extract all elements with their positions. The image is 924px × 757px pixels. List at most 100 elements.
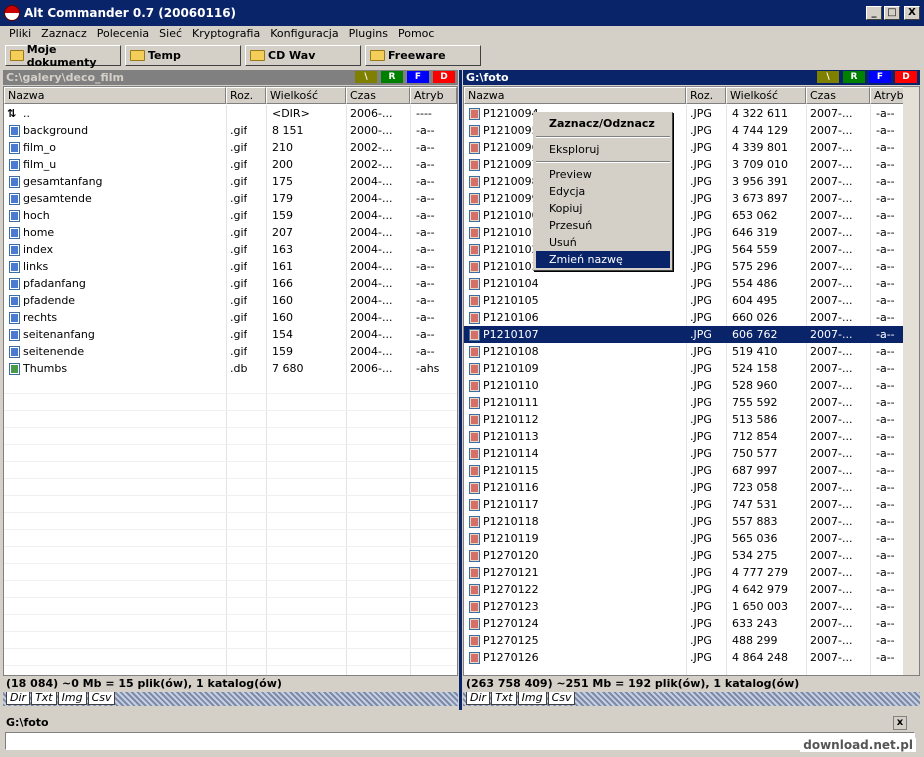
file-row[interactable]: P1210108 .JPG 519 410 2007-... -a-- — [464, 343, 907, 360]
menu-pliki[interactable]: Pliki — [4, 27, 36, 40]
drive-tab-root[interactable]: \ — [355, 71, 377, 83]
context-edit[interactable]: Edycja — [534, 183, 672, 200]
drive-tab-d[interactable]: D — [895, 71, 917, 83]
column-header-size[interactable]: Wielkość — [266, 87, 346, 104]
file-row[interactable]: ⇅.. <DIR> 2006-... ---- — [4, 105, 457, 122]
file-row[interactable]: rechts .gif 160 2004-... -a-- — [4, 309, 457, 326]
file-row[interactable]: P1210112 .JPG 513 586 2007-... -a-- — [464, 411, 907, 428]
file-row[interactable]: P1210110 .JPG 528 960 2007-... -a-- — [464, 377, 907, 394]
menu-pomoc[interactable]: Pomoc — [393, 27, 439, 40]
view-tab-csv[interactable]: Csv — [87, 692, 116, 705]
column-header-time[interactable]: Czas — [346, 87, 410, 104]
file-row[interactable]: P1210103 .JPG 575 296 2007-... -a-- — [464, 258, 907, 275]
file-row[interactable]: seitenende .gif 159 2004-... -a-- — [4, 343, 457, 360]
minimize-button[interactable]: _ — [866, 6, 882, 20]
context-preview[interactable]: Preview — [534, 166, 672, 183]
view-tab-txt[interactable]: Txt — [31, 692, 57, 705]
drive-tab-f[interactable]: F — [407, 71, 429, 83]
drive-tab-root[interactable]: \ — [817, 71, 839, 83]
file-row[interactable]: P1210117 .JPG 747 531 2007-... -a-- — [464, 496, 907, 513]
context-explore[interactable]: Eksploruj — [534, 141, 672, 158]
file-row[interactable]: P1210099 .JPG 3 673 897 2007-... -a-- — [464, 190, 907, 207]
right-file-list[interactable]: Nazwa Roz. Wielkość Czas Atryb P1210094.… — [463, 86, 920, 676]
file-row[interactable]: P1270126 .JPG 4 864 248 2007-... -a-- — [464, 649, 907, 666]
favorite-moje-dokumenty[interactable]: Moje dokumenty — [5, 43, 121, 69]
file-row[interactable]: P1210104 .JPG 554 486 2007-... -a-- — [464, 275, 907, 292]
file-row[interactable]: links .gif 161 2004-... -a-- — [4, 258, 457, 275]
menu-siec[interactable]: Sieć — [154, 27, 187, 40]
column-header-time[interactable]: Czas — [806, 87, 870, 104]
drive-tab-r[interactable]: R — [381, 71, 403, 83]
file-row[interactable]: P1210101 .JPG 646 319 2007-... -a-- — [464, 224, 907, 241]
file-row[interactable]: background .gif 8 151 2000-... -a-- — [4, 122, 457, 139]
column-header-size[interactable]: Wielkość — [726, 87, 806, 104]
view-tab-dir[interactable]: Dir — [466, 692, 491, 705]
file-row[interactable]: Thumbs .db 7 680 2006-... -ahs — [4, 360, 457, 377]
close-button[interactable]: X — [904, 6, 920, 20]
file-row[interactable]: P1270125 .JPG 488 299 2007-... -a-- — [464, 632, 907, 649]
file-row[interactable]: P1210115 .JPG 687 997 2007-... -a-- — [464, 462, 907, 479]
file-row[interactable]: P1270121 .JPG 4 777 279 2007-... -a-- — [464, 564, 907, 581]
file-row[interactable]: P1210119 .JPG 565 036 2007-... -a-- — [464, 530, 907, 547]
drive-tab-f[interactable]: F — [869, 71, 891, 83]
file-row[interactable]: P1210113 .JPG 712 854 2007-... -a-- — [464, 428, 907, 445]
left-file-list[interactable]: Nazwa Roz. Wielkość Czas Atryb ⇅.. <DIR> 2… — [3, 86, 458, 676]
file-row[interactable]: pfadanfang .gif 166 2004-... -a-- — [4, 275, 457, 292]
file-row[interactable]: P1210111 .JPG 755 592 2007-... -a-- — [464, 394, 907, 411]
drive-tab-d[interactable]: D — [433, 71, 455, 83]
view-tab-img[interactable]: Img — [57, 692, 87, 705]
command-close-button[interactable]: x — [893, 716, 907, 730]
column-header-ext[interactable]: Roz. — [226, 87, 266, 104]
file-row[interactable]: P1210097 .JPG 3 709 010 2007-... -a-- — [464, 156, 907, 173]
drive-tab-r[interactable]: R — [843, 71, 865, 83]
file-row[interactable]: P1210094 .JPG 4 322 611 2007-... -a-- — [464, 105, 907, 122]
view-tab-dir[interactable]: Dir — [6, 692, 31, 705]
title-bar[interactable]: Alt Commander 0.7 (20060116) _ □ X — [0, 0, 924, 26]
column-header-name[interactable]: Nazwa — [4, 87, 226, 104]
file-row[interactable]: P1210105 .JPG 604 495 2007-... -a-- — [464, 292, 907, 309]
menu-kryptografia[interactable]: Kryptografia — [187, 27, 265, 40]
context-move[interactable]: Przesuń — [534, 217, 672, 234]
file-row[interactable]: P1210098 .JPG 3 956 391 2007-... -a-- — [464, 173, 907, 190]
file-row[interactable]: gesamtanfang .gif 175 2004-... -a-- — [4, 173, 457, 190]
file-row[interactable]: home .gif 207 2004-... -a-- — [4, 224, 457, 241]
file-row[interactable]: film_u .gif 200 2002-... -a-- — [4, 156, 457, 173]
context-copy[interactable]: Kopiuj — [534, 200, 672, 217]
file-row[interactable]: gesamtende .gif 179 2004-... -a-- — [4, 190, 457, 207]
file-row[interactable]: P1210100 .JPG 653 062 2007-... -a-- — [464, 207, 907, 224]
context-rename[interactable]: Zmień nazwę — [536, 251, 670, 268]
column-header-attr[interactable]: Atryb — [410, 87, 457, 104]
maximize-button[interactable]: □ — [884, 6, 900, 20]
right-scrollbar[interactable] — [903, 87, 919, 675]
favorite-cd-wav[interactable]: CD Wav — [245, 45, 361, 66]
file-row[interactable]: P1210107 .JPG 606 762 2007-... -a-- — [464, 326, 907, 343]
command-input[interactable] — [5, 732, 915, 750]
view-tab-txt[interactable]: Txt — [491, 692, 517, 705]
favorite-temp[interactable]: Temp — [125, 45, 241, 66]
file-row[interactable]: film_o .gif 210 2002-... -a-- — [4, 139, 457, 156]
file-row[interactable]: P1210109 .JPG 524 158 2007-... -a-- — [464, 360, 907, 377]
column-header-name[interactable]: Nazwa — [464, 87, 686, 104]
menu-polecenia[interactable]: Polecenia — [92, 27, 154, 40]
menu-plugins[interactable]: Plugins — [344, 27, 393, 40]
column-header-ext[interactable]: Roz. — [686, 87, 726, 104]
view-tab-csv[interactable]: Csv — [547, 692, 576, 705]
context-delete[interactable]: Usuń — [534, 234, 672, 251]
file-row[interactable]: P1210116 .JPG 723 058 2007-... -a-- — [464, 479, 907, 496]
file-row[interactable]: P1270124 .JPG 633 243 2007-... -a-- — [464, 615, 907, 632]
file-row[interactable]: P1270122 .JPG 4 642 979 2007-... -a-- — [464, 581, 907, 598]
file-row[interactable]: P1210096 .JPG 4 339 801 2007-... -a-- — [464, 139, 907, 156]
favorite-freeware[interactable]: Freeware — [365, 45, 481, 66]
file-row[interactable]: P1210095 .JPG 4 744 129 2007-... -a-- — [464, 122, 907, 139]
view-tab-img[interactable]: Img — [517, 692, 547, 705]
file-row[interactable]: seitenanfang .gif 154 2004-... -a-- — [4, 326, 457, 343]
file-row[interactable]: P1210106 .JPG 660 026 2007-... -a-- — [464, 309, 907, 326]
file-row[interactable]: P1210118 .JPG 557 883 2007-... -a-- — [464, 513, 907, 530]
menu-konfiguracja[interactable]: Konfiguracja — [265, 27, 343, 40]
file-row[interactable]: pfadende .gif 160 2004-... -a-- — [4, 292, 457, 309]
file-row[interactable]: P1210102 .JPG 564 559 2007-... -a-- — [464, 241, 907, 258]
file-row[interactable]: P1210114 .JPG 750 577 2007-... -a-- — [464, 445, 907, 462]
file-row[interactable]: P1270123 .JPG 1 650 003 2007-... -a-- — [464, 598, 907, 615]
context-select-toggle[interactable]: Zaznacz/Odznacz — [534, 113, 672, 133]
menu-zaznacz[interactable]: Zaznacz — [36, 27, 92, 40]
